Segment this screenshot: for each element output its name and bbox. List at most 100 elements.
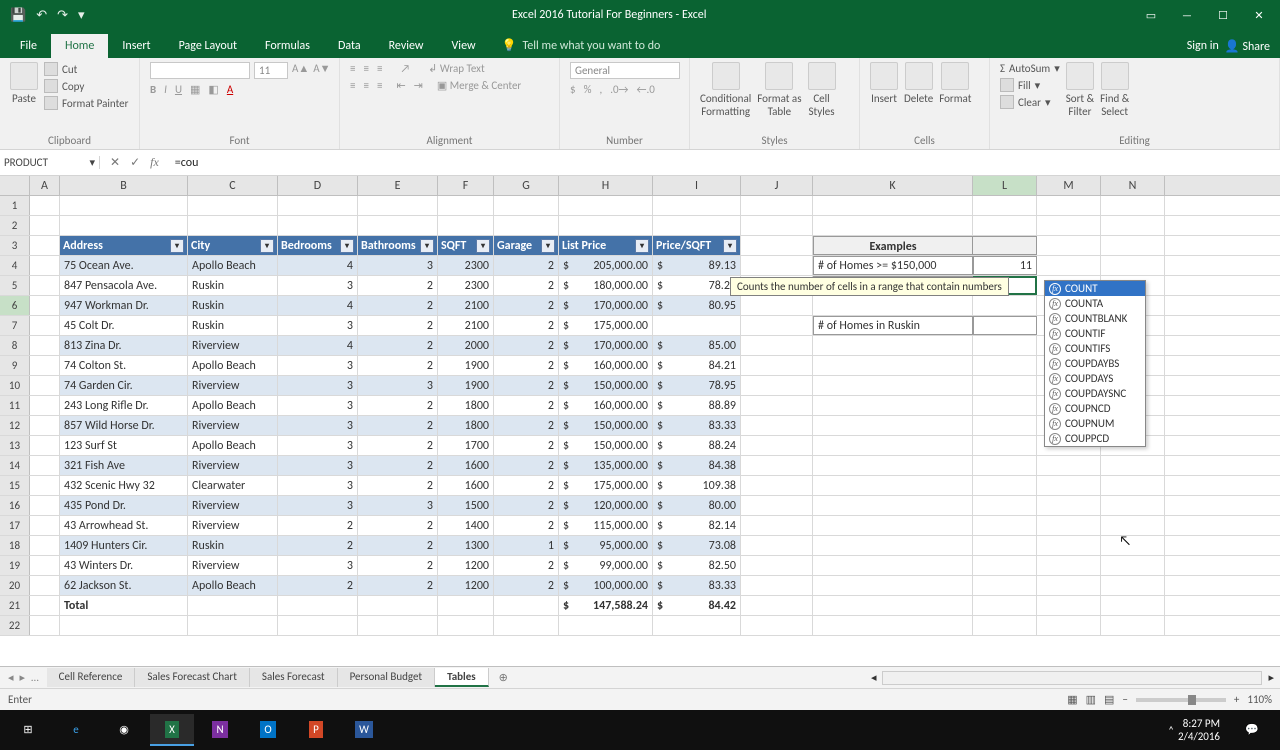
zoom-out-icon[interactable]: − (1122, 693, 1127, 706)
table-cell[interactable]: 2 (358, 516, 438, 535)
table-cell[interactable]: 2 (494, 316, 559, 335)
zoom-level[interactable]: 110% (1247, 693, 1272, 706)
table-cell[interactable]: 4 (278, 296, 358, 315)
autocomplete-item-counta[interactable]: fxCOUNTA (1045, 296, 1145, 311)
undo-icon[interactable]: ↶ (36, 8, 47, 23)
accounting-format-icon[interactable]: $ (570, 83, 576, 96)
comma-format-icon[interactable]: , (599, 83, 602, 96)
tab-review[interactable]: Review (375, 34, 438, 58)
bold-button[interactable]: B (150, 83, 156, 96)
col-header-F[interactable]: F (438, 176, 494, 195)
filter-dropdown-icon[interactable]: ▾ (723, 239, 737, 253)
table-cell[interactable]: 1900 (438, 356, 494, 375)
tab-insert[interactable]: Insert (108, 34, 164, 58)
format-cells-button[interactable]: Format (939, 62, 971, 105)
table-cell[interactable]: 2 (358, 416, 438, 435)
col-header-E[interactable]: E (358, 176, 438, 195)
col-header-N[interactable]: N (1101, 176, 1165, 195)
table-cell[interactable]: $89.13 (653, 256, 741, 275)
sign-in-link[interactable]: Sign in (1187, 39, 1219, 54)
table-cell[interactable]: $135,000.00 (559, 456, 653, 475)
table-cell[interactable]: $175,000.00 (559, 476, 653, 495)
table-header-bathrooms[interactable]: Bathrooms▾ (358, 236, 438, 255)
table-cell[interactable]: $88.24 (653, 436, 741, 455)
chevron-down-icon[interactable]: ▾ (89, 156, 95, 169)
cell-styles-button[interactable]: Cell Styles (808, 62, 836, 118)
page-layout-view-icon[interactable]: ▥ (1086, 693, 1096, 706)
table-cell[interactable]: 74 Garden Cir. (60, 376, 188, 395)
table-cell[interactable]: 2 (278, 536, 358, 555)
table-cell[interactable]: 813 Zina Dr. (60, 336, 188, 355)
percent-format-icon[interactable]: % (584, 83, 592, 96)
underline-button[interactable]: U (175, 83, 182, 96)
table-cell[interactable]: 2 (494, 556, 559, 575)
taskbar-outlook[interactable]: O (246, 714, 290, 746)
row-header-13[interactable]: 13 (0, 436, 30, 455)
autosum-button[interactable]: Σ AutoSum ▾ (1000, 62, 1060, 75)
table-cell[interactable]: 2000 (438, 336, 494, 355)
paste-button[interactable]: Paste (10, 62, 38, 105)
table-cell[interactable]: 435 Pond Dr. (60, 496, 188, 515)
col-header-K[interactable]: K (813, 176, 973, 195)
tab-view[interactable]: View (438, 34, 490, 58)
row-header-1[interactable]: 1 (0, 196, 30, 215)
table-cell[interactable]: 2300 (438, 276, 494, 295)
table-cell[interactable]: 2 (358, 296, 438, 315)
hscroll-right-icon[interactable]: ▸ (1262, 671, 1280, 684)
table-cell[interactable]: Riverview (188, 376, 278, 395)
filter-dropdown-icon[interactable]: ▾ (635, 239, 649, 253)
table-cell[interactable]: 2 (278, 516, 358, 535)
table-cell[interactable]: Riverview (188, 516, 278, 535)
table-cell[interactable]: $115,000.00 (559, 516, 653, 535)
table-cell[interactable]: $80.95 (653, 296, 741, 315)
total-price[interactable]: $147,588.24 (559, 596, 653, 615)
table-cell[interactable]: 3 (358, 256, 438, 275)
table-cell[interactable]: Riverview (188, 496, 278, 515)
table-cell[interactable]: 3 (278, 396, 358, 415)
table-cell[interactable]: 2 (494, 576, 559, 595)
table-cell[interactable]: 1500 (438, 496, 494, 515)
sort-filter-button[interactable]: Sort & Filter (1066, 62, 1094, 118)
table-cell[interactable]: $205,000.00 (559, 256, 653, 275)
row-header-12[interactable]: 12 (0, 416, 30, 435)
table-cell[interactable]: 1600 (438, 456, 494, 475)
worksheet-grid[interactable]: ABCDEFGHIJKLMN 123Address▾City▾Bedrooms▾… (0, 176, 1280, 666)
table-cell[interactable]: 3 (278, 316, 358, 335)
maximize-icon[interactable]: ☐ (1206, 3, 1240, 27)
filter-dropdown-icon[interactable]: ▾ (260, 239, 274, 253)
sheet-tab-sales-forecast[interactable]: Sales Forecast (250, 668, 338, 687)
table-cell[interactable]: 3 (278, 356, 358, 375)
col-header-A[interactable]: A (30, 176, 60, 195)
table-cell[interactable]: 3 (278, 456, 358, 475)
table-cell[interactable]: $150,000.00 (559, 376, 653, 395)
table-cell[interactable]: Apollo Beach (188, 436, 278, 455)
table-cell[interactable]: Riverview (188, 456, 278, 475)
table-cell[interactable]: 1400 (438, 516, 494, 535)
autocomplete-item-countif[interactable]: fxCOUNTIF (1045, 326, 1145, 341)
close-icon[interactable]: ✕ (1242, 3, 1276, 27)
table-cell[interactable]: 3 (278, 476, 358, 495)
autocomplete-item-coupncd[interactable]: fxCOUPNCD (1045, 401, 1145, 416)
sheet-nav-more-icon[interactable]: … (31, 671, 39, 684)
font-size-combo[interactable]: 11 (254, 62, 288, 79)
table-cell[interactable]: 243 Long Rifle Dr. (60, 396, 188, 415)
col-header-D[interactable]: D (278, 176, 358, 195)
table-cell[interactable]: 1700 (438, 436, 494, 455)
new-sheet-button[interactable]: ⊕ (489, 671, 518, 684)
table-cell[interactable]: Ruskin (188, 316, 278, 335)
example-value[interactable]: 11 (973, 256, 1037, 275)
table-cell[interactable]: 4 (278, 336, 358, 355)
table-cell[interactable]: 2 (494, 456, 559, 475)
col-header-I[interactable]: I (653, 176, 741, 195)
decrease-decimal-icon[interactable]: ←.0 (637, 83, 655, 96)
table-cell[interactable]: $160,000.00 (559, 396, 653, 415)
table-cell[interactable]: 3 (278, 276, 358, 295)
table-cell[interactable]: Apollo Beach (188, 396, 278, 415)
table-cell[interactable]: Apollo Beach (188, 576, 278, 595)
table-cell[interactable]: $150,000.00 (559, 416, 653, 435)
number-format-combo[interactable]: General (570, 62, 680, 79)
table-cell[interactable]: 74 Colton St. (60, 356, 188, 375)
format-painter-button[interactable]: Format Painter (44, 96, 128, 110)
col-header-C[interactable]: C (188, 176, 278, 195)
table-cell[interactable]: 3 (358, 496, 438, 515)
